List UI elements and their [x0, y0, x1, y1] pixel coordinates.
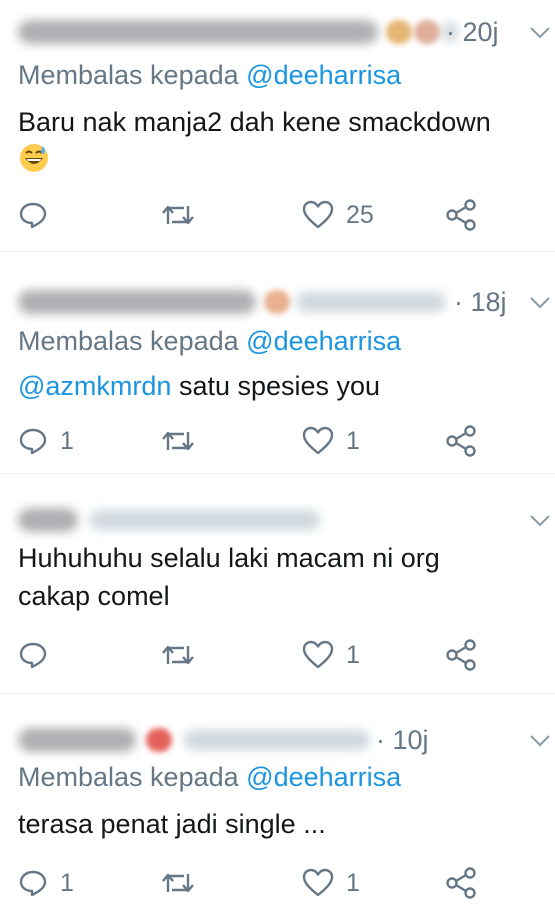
tweet-actions: 25	[18, 198, 555, 232]
reply-prefix: Membalas kepada	[18, 326, 239, 356]
tweet-text: terasa penat jadi single ...	[18, 809, 326, 839]
author-emoji-blurred	[414, 20, 440, 44]
chevron-down-icon[interactable]	[528, 508, 552, 532]
tweet[interactable]: · 20j Membalas kepada @deeharrisa Baru n…	[0, 0, 555, 252]
like-count: 1	[346, 427, 360, 455]
like-button[interactable]: 25	[302, 198, 374, 232]
tweet-actions: 1 1	[18, 866, 555, 900]
tweet-text: @azmkmrdn satu spesies you	[18, 368, 538, 404]
tweet-text: Huhuhuhu selalu laki macam ni org	[18, 543, 440, 573]
author-emoji-blurred	[386, 20, 412, 44]
reply-button[interactable]: 1	[18, 424, 74, 458]
tweet-time[interactable]: · 20j	[446, 16, 499, 48]
retweet-icon	[162, 645, 194, 665]
reply-handle-link[interactable]: @deeharrisa	[246, 762, 401, 792]
retweet-button[interactable]	[160, 866, 208, 900]
share-button[interactable]	[444, 424, 478, 458]
like-icon	[302, 640, 334, 669]
tweet-text: Baru nak manja2 dah kene smackdown	[18, 107, 491, 137]
reply-handle-link[interactable]: @deeharrisa	[246, 60, 401, 90]
reply-button[interactable]: 1	[18, 866, 74, 900]
reply-count: 1	[60, 869, 74, 897]
reply-icon	[19, 202, 47, 229]
reply-count: 1	[60, 427, 74, 455]
chevron-down-icon[interactable]	[528, 20, 552, 44]
tweet-header	[18, 502, 555, 538]
author-name-blurred[interactable]	[18, 290, 256, 314]
author-handle-blurred[interactable]	[90, 510, 320, 530]
share-button[interactable]	[444, 198, 478, 232]
tweet-header: · 20j	[18, 14, 555, 50]
author-name-blurred[interactable]	[18, 20, 378, 44]
like-count: 25	[346, 201, 374, 229]
like-count: 1	[346, 641, 360, 669]
chevron-down-icon[interactable]	[528, 290, 552, 314]
reply-prefix: Membalas kepada	[18, 60, 239, 90]
tweet-actions: 1	[18, 638, 555, 672]
author-emoji-blurred	[264, 290, 290, 314]
like-icon	[302, 426, 334, 455]
like-count: 1	[346, 869, 360, 897]
retweet-button[interactable]	[160, 638, 208, 672]
reply-prefix: Membalas kepada	[18, 762, 239, 792]
share-icon	[446, 425, 476, 457]
reply-button[interactable]	[18, 198, 60, 232]
reply-handle-link[interactable]: @deeharrisa	[246, 326, 401, 356]
like-button[interactable]: 1	[302, 866, 360, 900]
like-button[interactable]: 1	[302, 638, 360, 672]
tweet-time[interactable]: · 18j	[454, 286, 507, 318]
tweet-header: · 18j	[18, 284, 555, 320]
retweet-icon	[162, 431, 194, 451]
share-icon	[446, 199, 476, 231]
mention-link[interactable]: @azmkmrdn	[18, 371, 171, 401]
author-handle-blurred[interactable]	[184, 730, 370, 750]
chevron-down-icon[interactable]	[528, 728, 552, 752]
tweet-text-line2: cakap comel	[18, 581, 170, 611]
tweet-actions: 1 1	[18, 424, 555, 458]
reply-icon	[19, 870, 47, 897]
tweet-header: · 10j	[18, 722, 555, 758]
reply-button[interactable]	[18, 638, 60, 672]
retweet-button[interactable]	[160, 424, 208, 458]
tweet[interactable]: Huhuhuhu selalu laki macam ni org cakap …	[0, 474, 555, 694]
like-icon	[302, 868, 334, 897]
share-icon	[446, 639, 476, 671]
share-button[interactable]	[444, 866, 478, 900]
author-emoji-blurred	[146, 728, 172, 752]
author-handle-blurred[interactable]	[296, 292, 446, 312]
reply-context: Membalas kepada @deeharrisa	[18, 58, 401, 92]
tweet-time[interactable]: · 10j	[376, 724, 429, 756]
reply-context: Membalas kepada @deeharrisa	[18, 760, 401, 794]
grinning-sweat-emoji	[20, 144, 48, 172]
reply-icon	[19, 642, 47, 669]
tweet-text-content: satu spesies you	[171, 371, 381, 401]
retweet-button[interactable]	[160, 198, 208, 232]
like-icon	[302, 200, 334, 229]
tweet[interactable]: · 10j Membalas kepada @deeharrisa terasa…	[0, 694, 555, 919]
share-button[interactable]	[444, 638, 478, 672]
reply-context: Membalas kepada @deeharrisa	[18, 324, 401, 358]
reply-icon	[19, 428, 47, 455]
share-icon	[446, 867, 476, 899]
author-name-blurred[interactable]	[18, 728, 136, 752]
retweet-icon	[162, 205, 194, 225]
like-button[interactable]: 1	[302, 424, 360, 458]
author-name-blurred[interactable]	[18, 508, 78, 532]
retweet-icon	[162, 873, 194, 893]
tweet[interactable]: · 18j Membalas kepada @deeharrisa @azmkm…	[0, 252, 555, 474]
